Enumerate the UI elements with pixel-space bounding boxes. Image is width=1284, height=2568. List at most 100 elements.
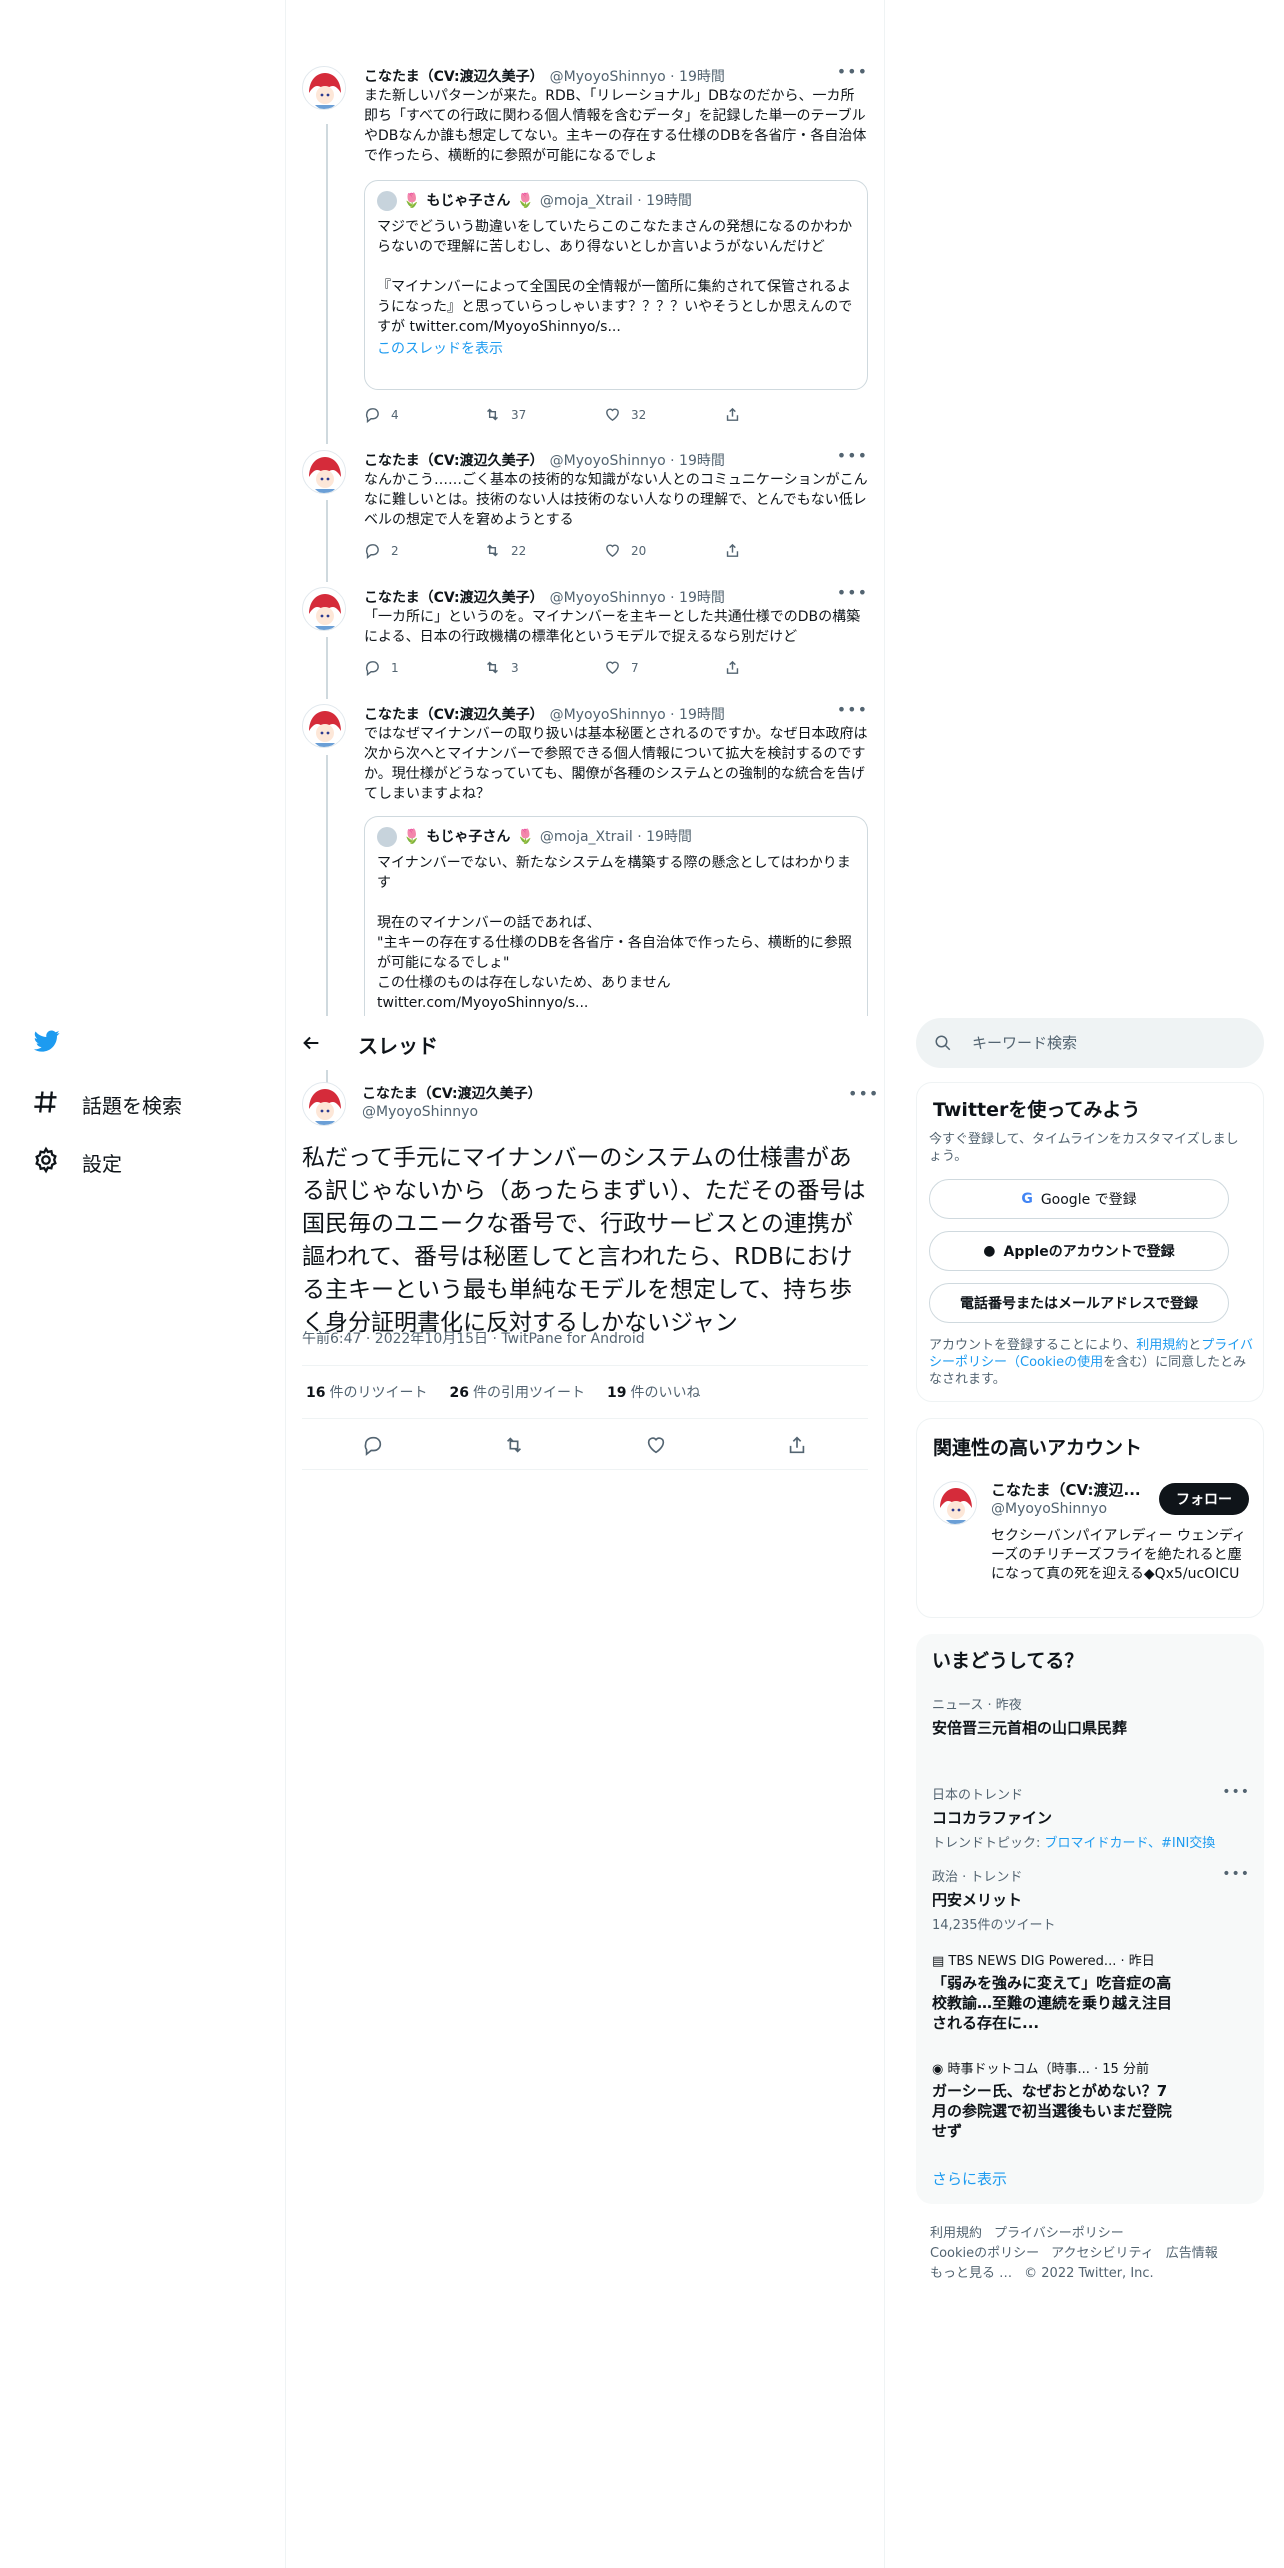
phone-email-signup-button[interactable]: 電話番号またはメールアドレスで登録 (929, 1283, 1229, 1323)
share-icon (726, 407, 739, 421)
reply-count: 4 (391, 407, 399, 422)
flower-icon: 🌷 (516, 193, 534, 209)
share-button[interactable] (724, 659, 784, 676)
retweet-stat[interactable]: 16 件のリツイート (306, 1382, 427, 1402)
trends-title: いまどうしてる？ (932, 1650, 1084, 1672)
heart-icon[interactable] (645, 1434, 667, 1456)
share-button[interactable] (724, 406, 784, 423)
show-more-link[interactable]: さらに表示 (932, 2168, 1007, 2189)
footer-accessibility[interactable]: アクセシビリティ (1051, 2246, 1154, 2261)
avatar[interactable] (302, 1082, 346, 1126)
related-name[interactable]: こなたま（CV:渡辺... (991, 1479, 1151, 1500)
avatar[interactable] (933, 1481, 977, 1525)
heart-icon (606, 661, 619, 675)
tweet[interactable]: こなたま（CV:渡辺久美子） @MyoyoShinnyo · 19時間 ••• … (302, 704, 868, 1016)
nav-explore[interactable]: 話題を検索 (32, 1088, 182, 1121)
like-count: 7 (631, 660, 639, 675)
tweet-header: こなたま（CV:渡辺久美子） @MyoyoShinnyo · 19時間 (364, 450, 868, 470)
nav-settings-label: 設定 (82, 1152, 122, 1176)
main-tweet-text: 私だって手元にマイナンバーのシステムの仕様書がある訳じゃないから（あったらまずい… (302, 1145, 866, 1336)
more-icon[interactable]: ••• (1222, 1784, 1250, 1800)
tweet[interactable]: こなたま（CV:渡辺久美子） @MyoyoShinnyo · 19時間 ••• … (302, 62, 868, 436)
search-icon (935, 1035, 951, 1051)
reply-button[interactable]: 2 (364, 542, 424, 559)
news-source-icon: ▤ (932, 1954, 949, 1969)
reply-icon (365, 661, 379, 676)
footer-privacy[interactable]: プライバシーポリシー (994, 2226, 1124, 2241)
trends-card: いまどうしてる？ ニュース · 昨夜 安倍晋三元首相の山口県民葬 日本のトレンド… (916, 1634, 1264, 2204)
retweet-button[interactable]: 37 (484, 406, 544, 423)
share-icon[interactable] (786, 1434, 808, 1456)
quote-author-handle: @moja_Xtrail · 19時間 (539, 193, 692, 209)
footer-terms[interactable]: 利用規約 (930, 2226, 982, 2241)
avatar[interactable] (302, 704, 346, 748)
quoted-tweet[interactable]: 🌷 もじゃ子さん 🌷 @moja_Xtrail · 19時間 マジでどういう勘違… (364, 180, 868, 390)
reply-button[interactable]: 4 (364, 406, 424, 423)
share-button[interactable] (724, 542, 784, 559)
trend-item[interactable]: ◉ 時事ドットコム（時事... · 15 分前 ガーシー氏、なぜおとがめない？7… (932, 2058, 1172, 2141)
show-thread-link[interactable]: このスレッドを表示 (377, 339, 855, 359)
reply-button[interactable]: 1 (364, 659, 424, 676)
tweet[interactable]: こなたま（CV:渡辺久美子） @MyoyoShinnyo · 19時間 ••• … (302, 446, 868, 570)
share-icon (726, 543, 739, 557)
more-icon[interactable]: ••• (837, 62, 868, 81)
twitter-logo-icon[interactable] (32, 1028, 62, 1058)
like-stat[interactable]: 19 件のいいね (607, 1382, 700, 1402)
author-name[interactable]: こなたま（CV:渡辺久美子） (364, 450, 544, 470)
more-icon[interactable]: ••• (837, 583, 868, 602)
search-box[interactable] (916, 1018, 1264, 1068)
back-arrow-icon[interactable] (300, 1032, 322, 1054)
more-icon[interactable]: ••• (1222, 1866, 1250, 1882)
footer-cookie[interactable]: Cookieのポリシー (930, 2246, 1039, 2261)
reply-icon[interactable] (362, 1434, 384, 1456)
tweet[interactable]: こなたま（CV:渡辺久美子） @MyoyoShinnyo · 19時間 ••• … (302, 583, 868, 687)
author-name[interactable]: こなたま（CV:渡辺久美子） (364, 587, 544, 607)
quoted-tweet[interactable]: 🌷 もじゃ子さん 🌷 @moja_Xtrail · 19時間 マイナンバーでない… (364, 816, 868, 1016)
trend-item[interactable]: ▤ TBS NEWS DIG Powered... · 昨日 「弱みを強みに変え… (932, 1950, 1172, 2033)
quote-author-name: もじゃ子さん (426, 193, 511, 209)
search-input[interactable] (972, 1034, 1232, 1052)
more-icon[interactable]: ••• (848, 1084, 879, 1103)
tweet-actions: 1 3 7 (364, 659, 784, 676)
follow-button[interactable]: フォロー (1159, 1483, 1249, 1515)
apple-signup-button[interactable]: ● Appleのアカウントで登録 (929, 1231, 1229, 1271)
avatar[interactable] (302, 450, 346, 494)
author-name[interactable]: こなたま（CV:渡辺久美子） (362, 1083, 542, 1103)
retweet-icon[interactable] (503, 1434, 525, 1456)
avatar[interactable] (302, 587, 346, 631)
like-count: 32 (631, 407, 647, 422)
trend-item[interactable]: ニュース · 昨夜 安倍晋三元首相の山口県民葬 (932, 1694, 1252, 1738)
terms-link[interactable]: 利用規約 (1136, 1338, 1188, 1353)
trend-item[interactable]: 政治 · トレンド 円安メリット 14,235件のツイート (932, 1866, 1252, 1933)
like-button[interactable]: 32 (604, 406, 664, 423)
footer-more[interactable]: もっと見る … (930, 2266, 1012, 2281)
page-title: スレッド (358, 1034, 438, 1058)
author-handle[interactable]: @MyoyoShinnyo · 19時間 (550, 450, 725, 470)
more-icon[interactable]: ••• (837, 446, 868, 465)
more-icon[interactable]: ••• (837, 704, 868, 719)
like-button[interactable]: 7 (604, 659, 664, 676)
gear-icon (32, 1146, 60, 1179)
quote-text: マイナンバーでない、新たなシステムを構築する際の懸念としてはわかります 現在のマ… (377, 855, 852, 1011)
google-signup-button[interactable]: G Google で登録 (929, 1179, 1229, 1219)
retweet-button[interactable]: 22 (484, 542, 544, 559)
footer-ads[interactable]: 広告情報 (1166, 2246, 1218, 2261)
like-button[interactable]: 20 (604, 542, 664, 559)
author-handle[interactable]: @MyoyoShinnyo · 19時間 (550, 66, 725, 86)
quote-author-handle: @moja_Xtrail · 19時間 (539, 829, 692, 845)
author-handle[interactable]: @MyoyoShinnyo · 19時間 (550, 587, 725, 607)
author-name[interactable]: こなたま（CV:渡辺久美子） (364, 66, 544, 86)
signup-card: Twitterを使ってみよう 今すぐ登録して、タイムラインをカスタマイズしましょ… (916, 1082, 1264, 1402)
avatar[interactable] (302, 66, 346, 110)
tweet-timestamp[interactable]: 午前6:47 · 2022年10月15日 · TwitPane for Andr… (302, 1328, 645, 1348)
author-handle[interactable]: @MyoyoShinnyo · 19時間 (550, 704, 725, 724)
left-divider (285, 0, 286, 2568)
nav-settings[interactable]: 設定 (32, 1146, 122, 1179)
retweet-button[interactable]: 3 (484, 659, 544, 676)
author-name[interactable]: こなたま（CV:渡辺久美子） (364, 704, 544, 724)
trend-item[interactable]: 日本のトレンド ココカラファイン トレンドトピック: ブロマイドカード、#INI… (932, 1784, 1252, 1851)
quote-stat[interactable]: 26 件の引用ツイート (449, 1382, 584, 1402)
author-handle[interactable]: @MyoyoShinnyo (362, 1104, 478, 1120)
related-handle[interactable]: @MyoyoShinnyo (991, 1501, 1107, 1517)
reply-count: 1 (391, 660, 399, 675)
